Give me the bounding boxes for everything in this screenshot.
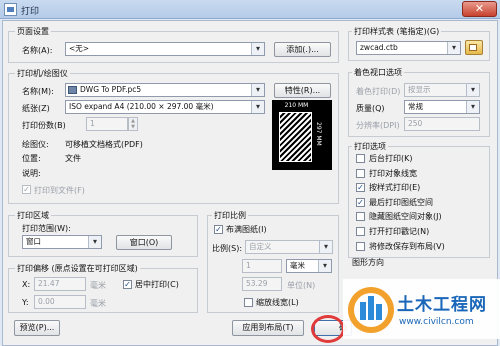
print-to-file-label: 打印到文件(F) <box>34 186 85 195</box>
description-label: 说明: <box>22 169 41 178</box>
printer-icon <box>68 86 77 94</box>
title-bar <box>0 0 500 19</box>
printer-name-label: 名称(M): <box>22 87 54 96</box>
window-pick-button[interactable]: 窗口(O) <box>116 235 172 250</box>
drawing-orientation-legend: 图形方向 <box>352 258 384 267</box>
plot-option-label: 打印对象线宽 <box>369 168 417 178</box>
scale-lineweights-checkbox[interactable] <box>244 298 253 307</box>
scale-label: 比例(S): <box>212 244 243 253</box>
paper-label: 纸张(Z) <box>22 104 50 113</box>
plot-option-label: 最后打印图纸空间 <box>369 197 433 207</box>
shaded-viewport-legend: 着色视口选项 <box>352 67 404 78</box>
plot-option-checkbox[interactable] <box>356 212 365 222</box>
style-table-select[interactable]: zwcad.ctb <box>356 41 461 55</box>
plot-option-checkbox[interactable] <box>356 241 365 251</box>
offset-y-unit: 毫米 <box>90 299 106 308</box>
printer-properties-button[interactable]: 特性(R)... <box>274 83 331 98</box>
add-page-setup-button[interactable]: 添加(.)... <box>274 42 331 57</box>
page-setup-name-select[interactable]: <无> <box>65 42 265 56</box>
plot-option-label: 将修改保存到布局(V) <box>369 241 445 251</box>
dpi-label: 分辨率(DPI) <box>356 121 400 130</box>
offset-y-input[interactable]: 0.00 <box>34 295 86 309</box>
offset-y-label: Y: <box>22 298 29 307</box>
location-label: 位置: <box>22 154 41 163</box>
plot-option-label: 打开打印戳记(N) <box>369 227 430 236</box>
page-setup-legend: 页面设置 <box>15 26 51 37</box>
print-to-file-checkbox[interactable]: ✓ <box>22 185 31 194</box>
quality-label: 质量(Q) <box>356 104 385 113</box>
printer-legend: 打印机/绘图仪 <box>15 68 70 79</box>
paper-size-select[interactable]: ISO expand A4 (210.00 × 297.00 毫米) <box>65 100 265 114</box>
plot-option-checkbox[interactable]: ✓ <box>356 197 365 207</box>
close-button[interactable]: ✕ <box>462 1 497 17</box>
shade-plot-select[interactable]: 按显示 <box>404 83 480 97</box>
plot-option-checkbox[interactable] <box>356 168 365 178</box>
paper-height-dimension: 297 MM <box>315 122 322 146</box>
shade-plot-label: 着色打印(D) <box>356 87 401 96</box>
plot-options-legend: 打印选项 <box>352 141 388 152</box>
paper-width-dimension: 210 MM <box>284 102 309 109</box>
plot-offset-legend: 打印偏移 (原点设置在可打印区域) <box>15 263 140 274</box>
edit-style-icon <box>469 44 477 51</box>
apply-to-layout-button[interactable]: 应用到布局(T) <box>232 320 304 336</box>
plotter-value: 可移植文档格式(PDF) <box>65 140 143 149</box>
printer-name-select[interactable]: DWG To PDF.pc5 <box>65 83 265 97</box>
window-title: 打印 <box>21 7 40 17</box>
plot-area-legend: 打印区域 <box>15 210 51 221</box>
offset-x-unit: 毫米 <box>90 281 106 290</box>
plot-range-select[interactable]: 窗口 <box>22 235 102 249</box>
location-value: 文件 <box>65 154 81 163</box>
preview-button[interactable]: 预览(P)... <box>14 320 60 336</box>
copies-input[interactable]: 1 <box>86 117 128 131</box>
scale-unit-2: 单位(N) <box>287 281 316 290</box>
copies-label: 打印份数(B) <box>22 121 66 130</box>
plotter-label: 绘图仪: <box>22 140 49 149</box>
print-app-icon <box>4 3 17 16</box>
copies-spin-icon[interactable]: ▲ ▼ <box>128 117 138 131</box>
highlight-circle <box>311 315 345 343</box>
scale-value-2[interactable]: 53.29 <box>242 277 282 291</box>
page-setup-name-label: 名称(A): <box>22 46 53 55</box>
plot-option-checkbox[interactable] <box>356 227 365 236</box>
plot-range-label: 打印范围(W): <box>22 224 71 233</box>
watermark-logo-icon <box>348 287 394 333</box>
dpi-input[interactable]: 250 <box>404 117 480 131</box>
scale-value-1[interactable]: 1 <box>242 259 282 273</box>
plot-option-checkbox[interactable]: ✓ <box>356 183 365 193</box>
paper-sheet-preview <box>279 112 312 162</box>
plot-scale-legend: 打印比例 <box>212 210 248 221</box>
plot-option-checkbox[interactable] <box>356 154 365 163</box>
offset-x-input[interactable]: 21.47 <box>34 277 86 291</box>
plot-option-label: 按样式打印(E) <box>369 183 421 193</box>
plot-option-label: 隐藏图纸空间对象(J) <box>369 212 442 222</box>
fit-to-paper-label: 布满图纸(I) <box>226 225 267 234</box>
style-table-legend: 打印样式表 (笔指定)(G) <box>352 26 442 37</box>
center-plot-checkbox[interactable]: ✓ <box>123 280 132 289</box>
plot-option-label: 后台打印(K) <box>369 154 413 163</box>
watermark-brand: 土木工程网 <box>397 295 487 315</box>
scale-unit-select[interactable]: 毫米 <box>286 259 332 273</box>
watermark-url: www.civilcn.com <box>399 317 474 327</box>
quality-select[interactable]: 常规 <box>404 100 480 114</box>
offset-x-label: X: <box>22 280 31 289</box>
scale-select[interactable]: 自定义 <box>245 240 333 254</box>
fit-to-paper-checkbox[interactable]: ✓ <box>214 225 223 234</box>
scale-lineweights-label: 缩放线宽(L) <box>256 298 299 307</box>
center-plot-label: 居中打印(C) <box>135 280 179 289</box>
